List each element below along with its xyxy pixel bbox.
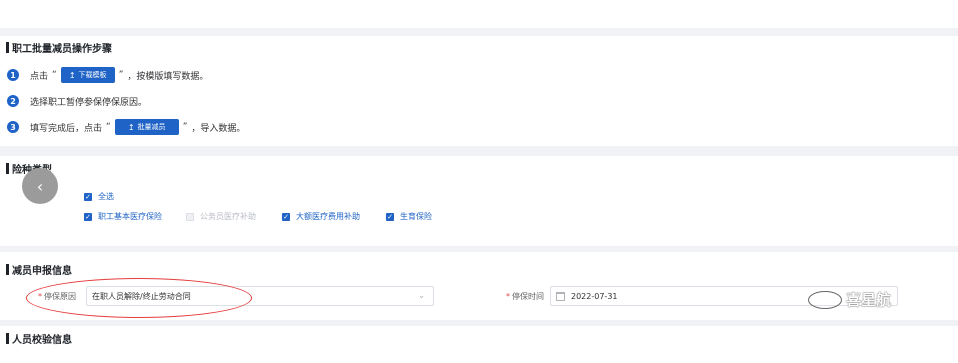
step-2: 2 选择职工暂停参保停保原因。 xyxy=(7,93,147,109)
upload-icon: ↥ xyxy=(68,70,76,80)
checkbox-maternity-insurance[interactable]: ✓ 生育保险 xyxy=(386,211,432,222)
checkbox-civil-servant-subsidy[interactable]: 公务员医疗补助 xyxy=(186,211,256,222)
check-icon: ✓ xyxy=(84,212,92,221)
chevron-down-icon: ⌄ xyxy=(418,291,425,300)
check-panel: 人员校验信息 xyxy=(0,326,958,363)
download-template-button[interactable]: ↥ 下载模板 xyxy=(60,67,115,83)
check-icon: ✓ xyxy=(84,192,92,201)
check-section-title: 人员校验信息 xyxy=(6,332,72,346)
top-header-strip xyxy=(0,0,958,28)
batch-reduce-button[interactable]: ↥ 批量减员 xyxy=(114,119,179,135)
section-marker xyxy=(6,162,9,174)
watermark: 喜星航 xyxy=(808,289,891,310)
section-marker xyxy=(6,41,9,53)
check-icon: ✓ xyxy=(282,212,290,221)
upload-icon: ↥ xyxy=(127,122,135,132)
wechat-icon xyxy=(808,290,842,309)
red-annotation-ellipse xyxy=(26,278,252,318)
step-number-badge: 2 xyxy=(7,95,19,107)
back-nav-button[interactable]: ‹ xyxy=(22,168,58,204)
chevron-left-icon: ‹ xyxy=(36,176,44,196)
checkbox-basic-medical[interactable]: ✓ 职工基本医疗保险 xyxy=(84,211,162,222)
select-all-checkbox[interactable]: ✓ 全选 xyxy=(84,191,114,202)
step-3: 3 填写完成后，点击 “ ↥ 批量减员 ” ，导入数据。 xyxy=(7,119,245,135)
checkbox-large-medical-subsidy[interactable]: ✓ 大额医疗费用补助 xyxy=(282,211,360,222)
steps-section-title: 职工批量减员操作步骤 xyxy=(6,41,112,55)
step-number-badge: 1 xyxy=(7,69,19,81)
step-1: 1 点击 “ ↥ 下载模板 ” ，按模版填写数据。 xyxy=(7,67,208,83)
calendar-icon xyxy=(556,291,565,301)
section-marker xyxy=(6,332,9,344)
insurance-type-panel: 险种类型 xyxy=(0,156,958,246)
steps-panel: 职工批量减员操作步骤 1 点击 “ ↥ 下载模板 ” ，按模版填写数据。 2 选… xyxy=(0,36,958,146)
step-number-badge: 3 xyxy=(7,121,19,133)
stop-time-label: * 停保时间 xyxy=(506,291,544,301)
declaration-section-title: 减员申报信息 xyxy=(6,263,72,277)
check-icon: ✓ xyxy=(386,212,394,221)
section-marker xyxy=(6,263,9,275)
